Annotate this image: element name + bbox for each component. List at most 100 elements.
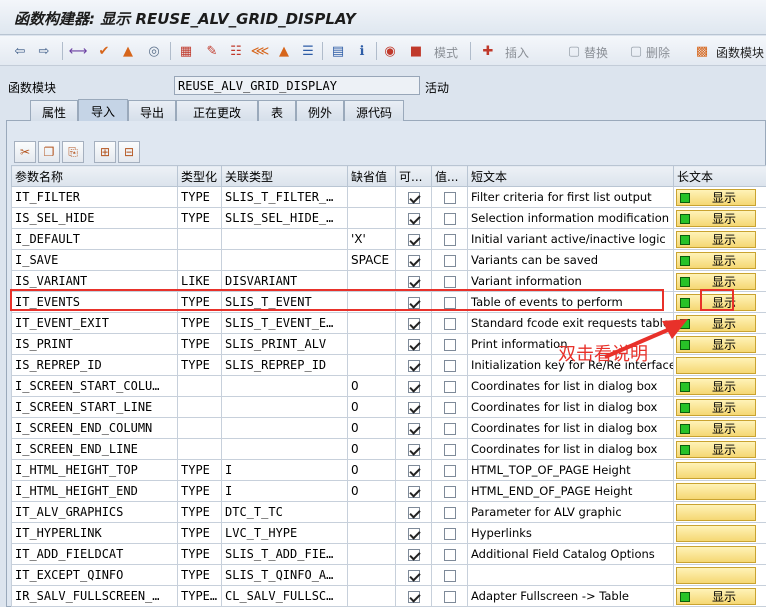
back-arrow-icon[interactable]: ⇦	[12, 43, 28, 59]
param-name-cell[interactable]: I_SCREEN_END_COLUMN	[11, 417, 178, 439]
long-text-cell[interactable]	[673, 522, 766, 544]
optional-checkbox-cell[interactable]	[395, 312, 432, 334]
ref-type-cell[interactable]: SLIS_T_EVENT_E…	[221, 312, 348, 334]
paste-icon[interactable]: ⎘	[62, 141, 84, 163]
mode-button[interactable]: 模式	[434, 44, 458, 61]
long-text-button[interactable]: 显示	[676, 230, 756, 248]
column-header-pass-value[interactable]: 值...	[431, 165, 468, 187]
debug-icon[interactable]: ▤	[330, 43, 346, 59]
optional-checkbox[interactable]	[407, 527, 420, 540]
short-text-cell[interactable]	[467, 564, 674, 586]
long-text-cell[interactable]: 显示	[673, 396, 766, 418]
function-module-doc-icon[interactable]: ■	[408, 43, 424, 59]
optional-checkbox-cell[interactable]	[395, 291, 432, 313]
param-name-cell[interactable]: I_SAVE	[11, 249, 178, 271]
optional-checkbox-cell[interactable]	[395, 522, 432, 544]
table-row[interactable]: IS_PRINT TYPE SLIS_PRINT_ALV Print informat…	[11, 333, 766, 355]
optional-checkbox-cell[interactable]	[395, 228, 432, 250]
param-name-cell[interactable]: IS_SEL_HIDE	[11, 207, 178, 229]
typing-cell[interactable]	[177, 417, 222, 439]
typing-cell[interactable]: TYPE…	[177, 585, 222, 607]
long-text-button[interactable]: 显示	[676, 419, 756, 437]
ref-type-cell[interactable]	[221, 249, 348, 271]
pass-by-value-checkbox[interactable]	[443, 233, 456, 246]
short-text-cell[interactable]: Variant information	[467, 270, 674, 292]
default-value-cell[interactable]	[347, 354, 396, 376]
long-text-cell[interactable]: 显示	[673, 375, 766, 397]
table-row[interactable]: IT_HYPERLINK TYPE LVC_T_HYPE Hyperlinks	[11, 522, 766, 544]
long-text-button[interactable]: 显示	[676, 209, 756, 227]
long-text-cell[interactable]: 显示	[673, 207, 766, 229]
test-icon[interactable]: ☰	[300, 43, 316, 59]
ref-type-cell[interactable]: SLIS_SEL_HIDE_…	[221, 207, 348, 229]
default-value-cell[interactable]: 0	[347, 459, 396, 481]
pass-by-value-checkbox[interactable]	[443, 317, 456, 330]
default-value-cell[interactable]	[347, 186, 396, 208]
optional-checkbox[interactable]	[407, 254, 420, 267]
table-row[interactable]: IS_REPREP_ID TYPE SLIS_REPREP_ID Initializa…	[11, 354, 766, 376]
typing-cell[interactable]: TYPE	[177, 459, 222, 481]
pass-by-value-checkbox[interactable]	[443, 359, 456, 372]
info-icon[interactable]: ℹ	[354, 43, 370, 59]
pass-by-value-checkbox[interactable]	[443, 275, 456, 288]
default-value-cell[interactable]: 0	[347, 375, 396, 397]
where-used-icon[interactable]: ◎	[146, 43, 162, 59]
optional-checkbox[interactable]	[407, 590, 420, 603]
insert-button[interactable]: 插入	[505, 44, 529, 61]
typing-cell[interactable]: TYPE	[177, 522, 222, 544]
param-name-cell[interactable]: IR_SALV_FULLSCREEN_…	[11, 585, 178, 607]
typing-cell[interactable]: TYPE	[177, 480, 222, 502]
long-text-button[interactable]	[676, 545, 756, 563]
optional-checkbox-cell[interactable]	[395, 417, 432, 439]
optional-checkbox-cell[interactable]	[395, 354, 432, 376]
tab-changing[interactable]: 正在更改	[176, 100, 258, 121]
other-object-icon[interactable]: ⟷	[69, 43, 88, 59]
pass-by-value-checkbox[interactable]	[443, 212, 456, 225]
optional-checkbox[interactable]	[407, 233, 420, 246]
short-text-cell[interactable]: Hyperlinks	[467, 522, 674, 544]
ref-type-cell[interactable]: SLIS_T_ADD_FIE…	[221, 543, 348, 565]
long-text-cell[interactable]: 显示	[673, 438, 766, 460]
delete-icon[interactable]: ▢	[628, 43, 644, 59]
typing-cell[interactable]: TYPE	[177, 543, 222, 565]
long-text-cell[interactable]	[673, 459, 766, 481]
long-text-cell[interactable]	[673, 564, 766, 586]
typing-cell[interactable]: LIKE	[177, 270, 222, 292]
pass-by-value-checkbox[interactable]	[443, 590, 456, 603]
long-text-cell[interactable]: 显示	[673, 186, 766, 208]
default-value-cell[interactable]: SPACE	[347, 249, 396, 271]
check-icon[interactable]: ✔	[96, 43, 112, 59]
short-text-cell[interactable]: Table of events to perform	[467, 291, 674, 313]
param-name-cell[interactable]: IT_EXCEPT_QINFO	[11, 564, 178, 586]
enhance-icon[interactable]: ▲	[276, 43, 292, 59]
tab-import[interactable]: 导入	[78, 99, 128, 121]
long-text-cell[interactable]: 显示	[673, 333, 766, 355]
typing-cell[interactable]	[177, 438, 222, 460]
optional-checkbox-cell[interactable]	[395, 396, 432, 418]
pass-by-value-checkbox[interactable]	[443, 401, 456, 414]
optional-checkbox-cell[interactable]	[395, 501, 432, 523]
pass-by-value-checkbox[interactable]	[443, 548, 456, 561]
long-text-button[interactable]: 显示	[676, 398, 756, 416]
short-text-cell[interactable]: Coordinates for list in dialog box	[467, 417, 674, 439]
table-row[interactable]: IT_ALV_GRAPHICS TYPE DTC_T_TC Parameter for…	[11, 501, 766, 523]
pass-value-checkbox-cell[interactable]	[431, 459, 468, 481]
pass-value-checkbox-cell[interactable]	[431, 585, 468, 607]
pass-value-checkbox-cell[interactable]	[431, 249, 468, 271]
table-row[interactable]: IS_VARIANT LIKE DISVARIANT Variant informat…	[11, 270, 766, 292]
table-row[interactable]: IT_EXCEPT_QINFO TYPE SLIS_T_QINFO_A…	[11, 564, 766, 586]
pass-by-value-checkbox[interactable]	[443, 527, 456, 540]
pass-value-checkbox-cell[interactable]	[431, 312, 468, 334]
delete-row-icon[interactable]: ⊟	[118, 141, 140, 163]
pass-value-checkbox-cell[interactable]	[431, 396, 468, 418]
pass-value-checkbox-cell[interactable]	[431, 438, 468, 460]
ref-type-cell[interactable]	[221, 228, 348, 250]
long-text-button[interactable]: 显示	[676, 293, 756, 311]
default-value-cell[interactable]	[347, 543, 396, 565]
long-text-button[interactable]: 显示	[676, 440, 756, 458]
table-row[interactable]: IR_SALV_FULLSCREEN_… TYPE… CL_SALV_FULLSC……	[11, 585, 766, 607]
optional-checkbox-cell[interactable]	[395, 480, 432, 502]
pass-by-value-checkbox[interactable]	[443, 380, 456, 393]
pass-by-value-checkbox[interactable]	[443, 506, 456, 519]
optional-checkbox-cell[interactable]	[395, 585, 432, 607]
